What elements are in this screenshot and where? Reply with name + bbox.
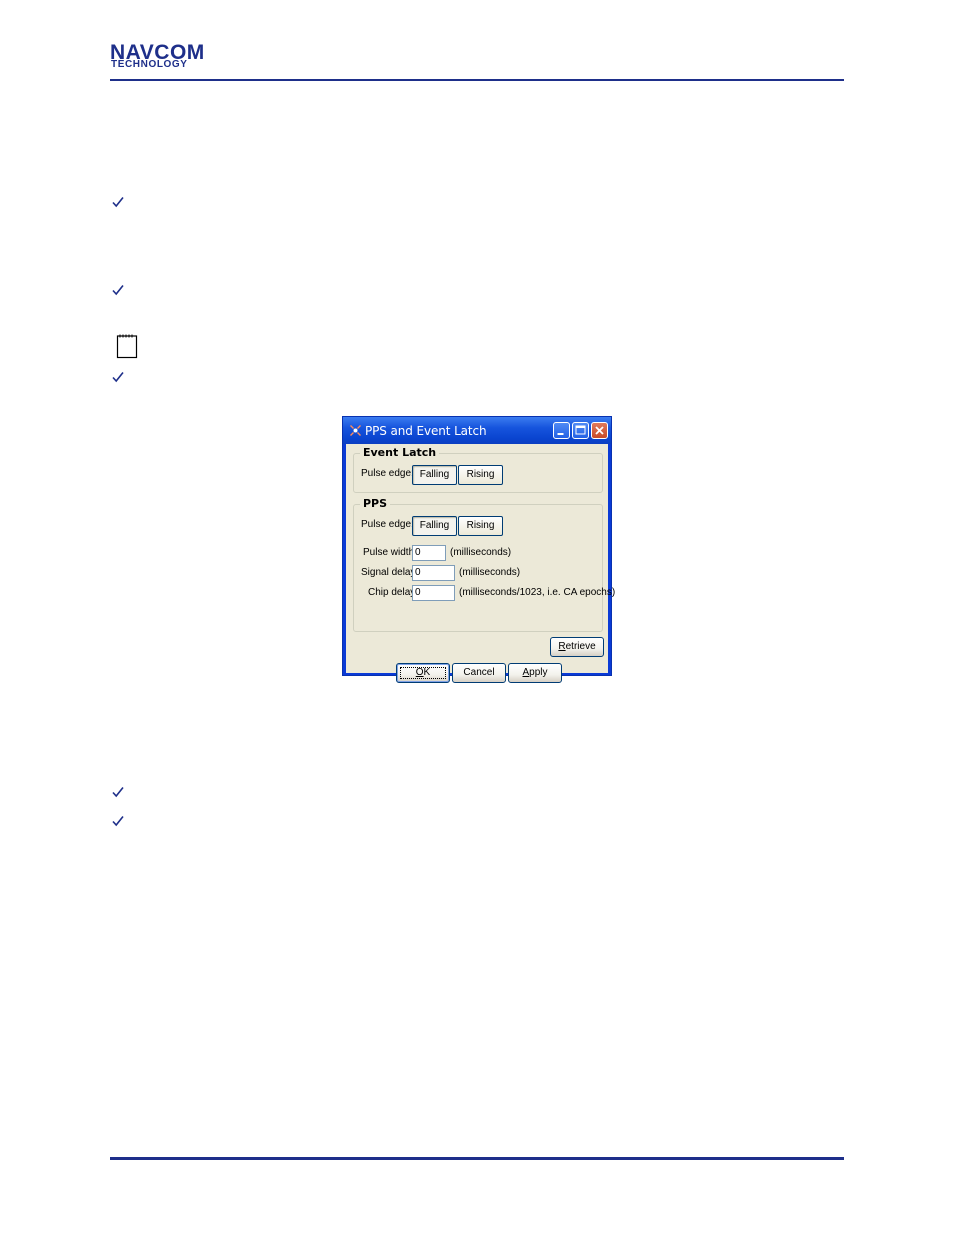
chip-delay-input[interactable]: 0 <box>412 585 455 601</box>
signal-delay-input[interactable]: 0 <box>412 565 455 581</box>
pulse-width-label: Pulse width: <box>363 547 417 558</box>
checkmark-icon <box>111 370 127 386</box>
event-latch-title: Event Latch <box>360 446 440 459</box>
footer-rule <box>110 1157 844 1160</box>
checkmark-icon <box>111 814 127 830</box>
retrieve-label: etrieve <box>565 641 596 652</box>
chip-delay-unit: (milliseconds/1023, i.e. CA epochs) <box>459 587 616 598</box>
event-latch-rising-button[interactable]: Rising <box>458 465 503 485</box>
signal-delay-label: Signal delay: <box>361 567 419 578</box>
close-icon <box>595 426 604 435</box>
chip-delay-label: Chip delay: <box>368 587 419 598</box>
pps-falling-button[interactable]: Falling <box>412 516 457 536</box>
pps-rising-button[interactable]: Rising <box>458 516 503 536</box>
signal-delay-unit: (milliseconds) <box>459 567 521 578</box>
retrieve-button[interactable]: Retrieve <box>550 637 604 657</box>
close-button[interactable] <box>591 422 608 439</box>
retrieve-mnemonic: R <box>558 641 566 652</box>
pps-event-latch-dialog: PPS and Event Latch Event Latch Pulse ed… <box>342 416 615 683</box>
checkmark-icon <box>111 195 127 211</box>
navcom-logo: NAVCOM TECHNOLOGY <box>110 42 232 70</box>
header-rule <box>110 79 844 81</box>
pps-group: PPS Pulse edge: Falling Rising Pulse wid… <box>353 497 615 632</box>
pulse-width-input[interactable]: 0 <box>412 545 446 561</box>
cancel-button[interactable]: Cancel <box>452 663 506 683</box>
dialog-titlebar[interactable]: PPS and Event Latch <box>343 417 611 444</box>
satellite-icon <box>350 425 361 436</box>
ok-mnemonic: O <box>415 667 424 678</box>
pps-title: PPS <box>360 497 391 510</box>
pulse-width-unit: (milliseconds) <box>450 547 512 558</box>
minimize-button[interactable] <box>553 422 570 439</box>
event-latch-falling-button[interactable]: Falling <box>412 465 457 485</box>
ok-button[interactable]: OK <box>396 663 450 683</box>
ok-label: K <box>423 667 431 678</box>
maximize-button[interactable] <box>572 422 589 439</box>
event-latch-group: Event Latch Pulse edge: Falling Rising <box>353 446 603 493</box>
checkmark-icon <box>111 785 127 801</box>
pps-pulse-edge-label: Pulse edge: <box>361 519 414 530</box>
maximize-icon <box>575 425 586 435</box>
dialog-title: PPS and Event Latch <box>365 424 487 438</box>
note-icon <box>116 333 138 359</box>
event-latch-pulse-edge-label: Pulse edge: <box>361 468 414 479</box>
checkmark-icon <box>111 283 127 299</box>
apply-label: pply <box>529 667 548 678</box>
minimize-icon <box>557 433 564 435</box>
logo-subtitle: TECHNOLOGY <box>111 59 188 70</box>
dialog-client: Event Latch Pulse edge: Falling Rising P… <box>346 444 615 683</box>
apply-button[interactable]: Apply <box>508 663 562 683</box>
